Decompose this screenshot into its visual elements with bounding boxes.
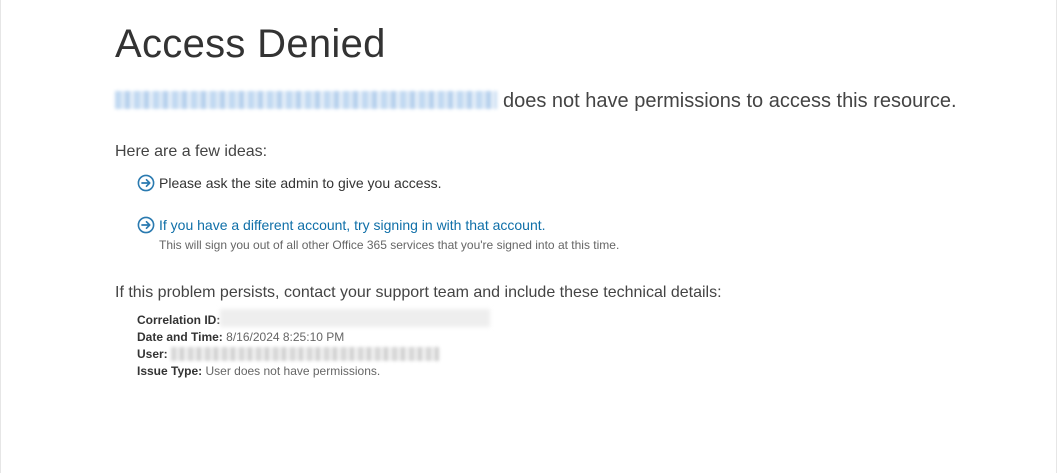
idea-item-ask-admin: Please ask the site admin to give you ac… — [137, 174, 1015, 192]
detail-row-user: User: — [137, 346, 1015, 363]
idea-item-switch-account: If you have a different account, try sig… — [137, 216, 1015, 253]
switch-account-note: This will sign you out of all other Offi… — [159, 238, 620, 252]
user-label: User: — [137, 347, 168, 361]
redacted-email — [115, 91, 497, 109]
arrow-right-circle-icon — [137, 216, 155, 234]
denied-message: does not have permissions to access this… — [115, 88, 1015, 114]
detail-row-date: Date and Time: 8/16/2024 8:25:10 PM — [137, 329, 1015, 346]
denied-message-text: does not have permissions to access this… — [503, 90, 957, 112]
page-title: Access Denied — [115, 22, 386, 66]
switch-account-link[interactable]: If you have a different account, try sig… — [159, 217, 546, 233]
ideas-heading: Here are a few ideas: — [115, 143, 268, 160]
issue-label: Issue Type: — [137, 364, 203, 378]
main-content: Access Denied does not have permissions … — [115, 20, 1015, 380]
arrow-right-circle-icon — [137, 174, 155, 192]
redacted-correlation-id — [220, 309, 491, 327]
correlation-label: Correlation ID: — [137, 313, 221, 327]
detail-row-issue: Issue Type: User does not have permissio… — [137, 363, 1015, 380]
idea-text: Please ask the site admin to give you ac… — [159, 175, 442, 191]
redacted-user — [171, 347, 440, 361]
technical-details: Correlation ID: Date and Time: 8/16/2024… — [137, 309, 1015, 380]
date-value: 8/16/2024 8:25:10 PM — [226, 330, 345, 344]
issue-value: User does not have permissions. — [205, 364, 381, 378]
persist-message: If this problem persists, contact your s… — [115, 284, 722, 301]
detail-row-correlation: Correlation ID: — [137, 309, 1015, 329]
date-label: Date and Time: — [137, 330, 223, 344]
page: Access Denied does not have permissions … — [0, 0, 1057, 473]
